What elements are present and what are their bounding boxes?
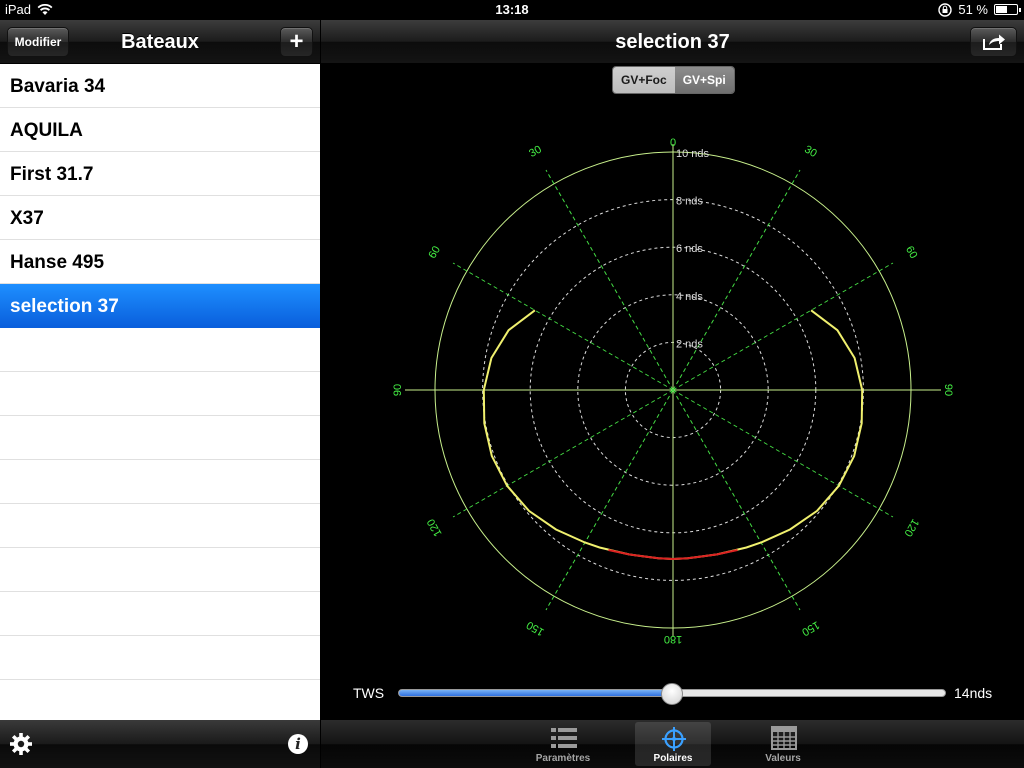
boat-name: X37 [10, 208, 44, 229]
angle-label: 0 [670, 137, 676, 149]
angle-label: 90 [942, 384, 954, 396]
tws-slider-fill [399, 690, 672, 696]
radial-label: 10 nds [676, 148, 710, 160]
boat-row[interactable]: First 31.7 [0, 152, 320, 196]
boat-row[interactable]: selection 37 [0, 284, 320, 328]
polar-curve-highlight [672, 549, 738, 560]
tab-parametres-label: Paramètres [535, 753, 591, 764]
radial-label: 4 nds [676, 291, 703, 303]
status-time: 13:18 [495, 2, 529, 17]
left-toolbar: i [0, 720, 320, 768]
polar-spoke [545, 389, 674, 611]
angle-label: 60 [903, 244, 920, 261]
angle-label: 30 [802, 144, 819, 161]
boat-row[interactable]: X37 [0, 196, 320, 240]
add-boat-button[interactable]: + [280, 27, 313, 57]
sail-config-segmented: GV+Foc GV+Spi [612, 66, 735, 94]
share-button[interactable] [970, 27, 1017, 57]
boat-row[interactable]: AQUILA [0, 108, 320, 152]
tws-value: 14nds [954, 685, 993, 701]
boat-name: First 31.7 [10, 164, 94, 185]
boat-name: AQUILA [10, 120, 83, 141]
tws-slider[interactable] [398, 683, 946, 705]
empty-row [0, 372, 320, 416]
share-icon [982, 34, 1005, 50]
angle-label: 120 [901, 517, 921, 539]
polar-spoke [672, 389, 801, 611]
boats-title: Bateaux [121, 31, 199, 53]
tws-label: TWS [353, 685, 385, 701]
boat-row[interactable]: Hanse 495 [0, 240, 320, 284]
empty-row [0, 636, 320, 680]
radial-label: 8 nds [676, 196, 703, 208]
boats-navbar: Modifier Bateaux + [0, 20, 320, 64]
list-icon [551, 728, 577, 748]
crosshair-icon [662, 727, 686, 751]
tab-valeurs[interactable]: Valeurs [745, 722, 821, 766]
radial-label: 6 nds [676, 243, 703, 255]
polar-chart: 2 nds 4 nds 6 nds 8 nds 10 nds0 30 60 90 120 150 1… [392, 137, 954, 645]
polar-spoke [672, 262, 894, 391]
polar-spoke [452, 262, 674, 391]
empty-row [0, 328, 320, 372]
tab-polaires-label: Polaires [653, 753, 693, 764]
empty-row [0, 416, 320, 460]
empty-row [0, 460, 320, 504]
angle-label: 60 [427, 244, 444, 261]
tab-parametres[interactable]: Paramètres [525, 722, 601, 766]
boat-name: Bavaria 34 [10, 76, 106, 97]
rotation-lock-icon [938, 2, 953, 17]
gear-icon[interactable] [9, 732, 33, 756]
empty-row [0, 592, 320, 636]
tws-slider-thumb[interactable] [661, 683, 683, 705]
angle-label: 150 [525, 618, 547, 638]
tab-bar: Paramètres Polaires Valeurs [321, 720, 1024, 768]
angle-label: 150 [800, 618, 822, 638]
angle-label: 180 [664, 633, 682, 645]
empty-row [0, 680, 320, 720]
polar-panel: 2 nds 4 nds 6 nds 8 nds 10 nds 0 30 60 90 120 150 1… [321, 20, 1024, 768]
empty-row [0, 504, 320, 548]
boat-list: Bavaria 34 AQUILA First 31.7 X37 Hanse 495 se… [0, 64, 320, 720]
polar-title: selection 37 [615, 31, 730, 53]
info-icon[interactable]: i [288, 734, 308, 754]
angle-label: 120 [425, 517, 445, 539]
angle-label: 30 [527, 144, 544, 161]
battery-icon [994, 4, 1021, 15]
boat-row[interactable]: Bavaria 34 [0, 64, 320, 108]
polar-spoke [545, 169, 674, 391]
empty-row [0, 548, 320, 592]
battery-percent: 51 % [958, 2, 988, 17]
status-bar: iPad 13:18 51 % [0, 0, 1024, 20]
boats-panel: Modifier Bateaux + Bavaria 34 AQUILA First… [0, 20, 320, 768]
boat-name: Hanse 495 [10, 252, 105, 273]
polar-navbar: selection 37 [321, 20, 1024, 64]
segment-gv-spi[interactable]: GV+Spi [674, 67, 734, 93]
polar-curve [482, 309, 674, 560]
polar-curve-highlight [608, 549, 674, 560]
grid-table-icon [771, 726, 797, 750]
polar-spoke [452, 389, 674, 518]
polar-spoke [672, 389, 894, 518]
angle-label: 90 [392, 384, 404, 396]
segment-gv-foc[interactable]: GV+Foc [613, 67, 675, 93]
boat-name: selection 37 [10, 296, 119, 317]
radial-label: 2 nds [676, 338, 703, 350]
tab-polaires[interactable]: Polaires [635, 722, 711, 766]
tab-valeurs-label: Valeurs [765, 753, 801, 764]
